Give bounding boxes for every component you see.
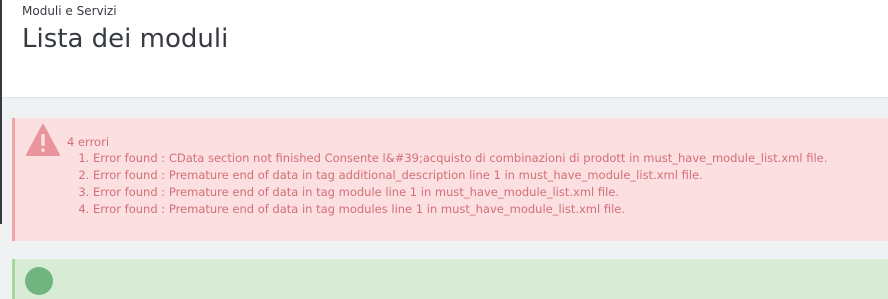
error-list: Error found : CData section not finished…: [67, 150, 827, 218]
error-item: Error found : CData section not finished…: [93, 150, 827, 167]
breadcrumb[interactable]: Moduli e Servizi: [22, 4, 117, 18]
page-title: Lista dei moduli: [22, 24, 229, 54]
check-circle-icon: [25, 267, 53, 295]
error-item: Error found : Premature end of data in t…: [93, 201, 827, 218]
error-count: 4 errori: [67, 135, 110, 149]
error-alert: 4 errori Error found : CData section not…: [12, 118, 888, 241]
warning-triangle-icon: [26, 124, 60, 156]
error-item: Error found : Premature end of data in t…: [93, 184, 827, 201]
error-item: Error found : Premature end of data in t…: [93, 167, 827, 184]
success-alert: [12, 259, 888, 299]
page-header: Moduli e Servizi Lista dei moduli: [2, 0, 888, 98]
